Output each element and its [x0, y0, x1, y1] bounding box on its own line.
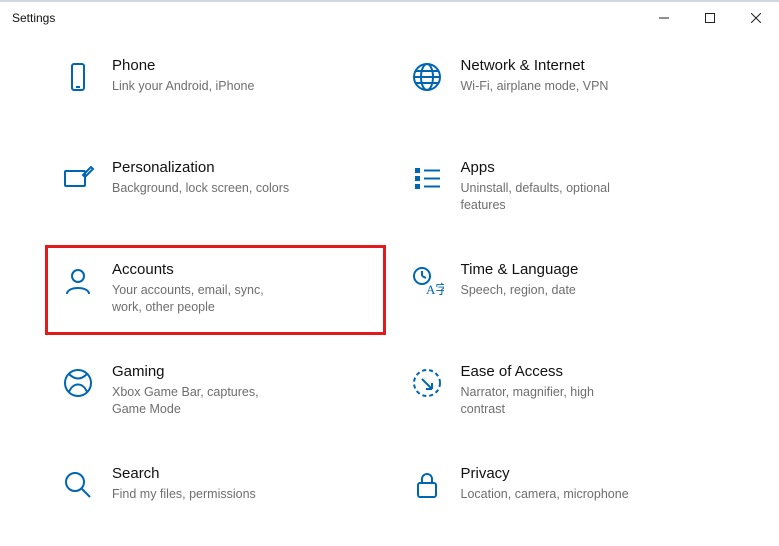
tile-desc: Narrator, magnifier, high contrast: [461, 384, 641, 418]
tile-time-language[interactable]: A字 Time & Language Speech, region, date: [395, 246, 734, 334]
tile-desc: Wi-Fi, airplane mode, VPN: [461, 78, 609, 95]
tile-title: Apps: [461, 158, 641, 178]
tile-accounts[interactable]: Accounts Your accounts, email, sync, wor…: [46, 246, 385, 334]
tile-title: Search: [112, 464, 256, 484]
tile-desc: Link your Android, iPhone: [112, 78, 254, 95]
window-controls: [641, 2, 779, 34]
ease-of-access-icon: [405, 360, 449, 400]
maximize-button[interactable]: [687, 2, 733, 34]
settings-grid: Phone Link your Android, iPhone Network …: [0, 34, 779, 538]
tile-search[interactable]: Search Find my files, permissions: [46, 450, 385, 538]
tile-phone[interactable]: Phone Link your Android, iPhone: [46, 42, 385, 130]
tile-title: Time & Language: [461, 260, 579, 280]
tile-title: Personalization: [112, 158, 289, 178]
tile-network[interactable]: Network & Internet Wi-Fi, airplane mode,…: [395, 42, 734, 130]
tile-ease-of-access[interactable]: Ease of Access Narrator, magnifier, high…: [395, 348, 734, 436]
minimize-button[interactable]: [641, 2, 687, 34]
tile-desc: Your accounts, email, sync, work, other …: [112, 282, 292, 316]
lock-icon: [405, 462, 449, 502]
tile-title: Privacy: [461, 464, 629, 484]
titlebar: Settings: [0, 2, 779, 34]
tile-title: Accounts: [112, 260, 292, 280]
person-icon: [56, 258, 100, 298]
tile-gaming[interactable]: Gaming Xbox Game Bar, captures, Game Mod…: [46, 348, 385, 436]
tile-desc: Background, lock screen, colors: [112, 180, 289, 197]
svg-text:A字: A字: [426, 282, 444, 297]
close-button[interactable]: [733, 2, 779, 34]
tile-title: Phone: [112, 56, 254, 76]
globe-icon: [405, 54, 449, 94]
tile-apps[interactable]: Apps Uninstall, defaults, optional featu…: [395, 144, 734, 232]
search-icon: [56, 462, 100, 502]
tile-desc: Uninstall, defaults, optional features: [461, 180, 641, 214]
tile-title: Ease of Access: [461, 362, 641, 382]
xbox-icon: [56, 360, 100, 400]
tile-title: Gaming: [112, 362, 292, 382]
paint-icon: [56, 156, 100, 196]
tile-desc: Location, camera, microphone: [461, 486, 629, 503]
tile-personalization[interactable]: Personalization Background, lock screen,…: [46, 144, 385, 232]
phone-icon: [56, 54, 100, 94]
window-title: Settings: [12, 11, 55, 25]
time-language-icon: A字: [405, 258, 449, 298]
tile-desc: Xbox Game Bar, captures, Game Mode: [112, 384, 292, 418]
tile-title: Network & Internet: [461, 56, 609, 76]
apps-list-icon: [405, 156, 449, 196]
tile-desc: Speech, region, date: [461, 282, 579, 299]
tile-desc: Find my files, permissions: [112, 486, 256, 503]
tile-privacy[interactable]: Privacy Location, camera, microphone: [395, 450, 734, 538]
